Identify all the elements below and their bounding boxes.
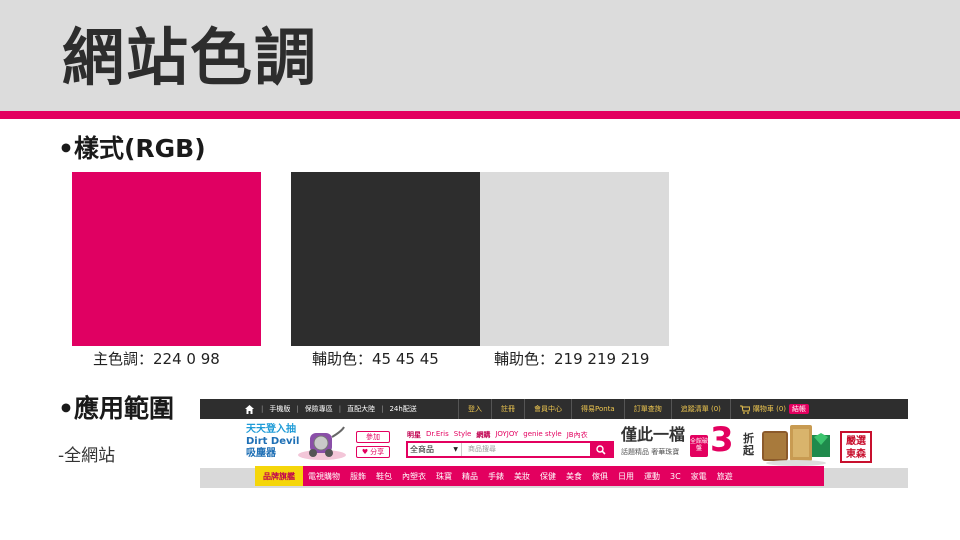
order-query-link[interactable]: 訂單查詢 xyxy=(623,399,671,419)
register-link[interactable]: 註冊 xyxy=(491,399,524,419)
dropdown-arrow-icon: ▼ xyxy=(453,446,458,453)
account-nav: 登入 註冊 會員中心 得易Ponta 訂單查詢 追蹤清單 (0) 購物車 (0)… xyxy=(458,399,818,419)
heart-icon: ♥ xyxy=(361,448,369,456)
category-item[interactable]: 傢俱 xyxy=(587,471,613,482)
swatch-secondary-dark xyxy=(291,172,480,346)
hot-link[interactable]: genie style xyxy=(523,430,561,440)
category-item[interactable]: 品牌旗艦 xyxy=(255,466,303,486)
swatch-secondary-light-caption: 輔助色：219 219 219 xyxy=(494,350,650,368)
website-header-screenshot: | 手機版 | 保險專區 | 直配大陸 | 24h配送 登入 註冊 會員中心 得… xyxy=(200,399,908,488)
promo-line-2: Dirt Devil xyxy=(246,436,300,447)
login-link[interactable]: 登入 xyxy=(458,399,491,419)
category-item[interactable]: 精品 xyxy=(457,471,483,482)
category-item[interactable]: 3C xyxy=(665,472,686,481)
hot-link[interactable]: 明星 xyxy=(407,430,421,440)
hot-search-links: 明星 Dr.Eris Style 網購 JOYJOY genie style J… xyxy=(407,430,588,440)
hot-link[interactable]: JB內衣 xyxy=(567,430,588,440)
category-item[interactable]: 內塑衣 xyxy=(397,471,431,482)
hot-link[interactable]: 網購 xyxy=(476,430,490,440)
category-item[interactable]: 手錶 xyxy=(483,471,509,482)
hot-link[interactable]: Style xyxy=(454,430,472,440)
home-icon[interactable] xyxy=(244,404,255,415)
sale-subtitle: 話題精品 奢華珠寶 xyxy=(621,448,680,456)
promo-line-3: 吸塵器 xyxy=(246,448,276,459)
wishlist-link[interactable]: 追蹤清單 (0) xyxy=(670,399,730,419)
search-scope-select[interactable]: 全商品 ▼ xyxy=(410,443,462,456)
category-item[interactable]: 電視購物 xyxy=(303,471,345,482)
member-center-link[interactable]: 會員中心 xyxy=(524,399,571,419)
hot-link[interactable]: JOYJOY xyxy=(495,430,518,440)
top-link-mobile[interactable]: 手機版 xyxy=(269,404,290,414)
top-link-insurance[interactable]: 保險專區 xyxy=(305,404,333,414)
sale-unit: 折起 xyxy=(743,432,754,457)
hot-link[interactable]: Dr.Eris xyxy=(426,430,449,440)
promo-share-button[interactable]: ♥ 分享 xyxy=(356,446,390,458)
search-button[interactable] xyxy=(590,442,612,457)
category-item[interactable]: 美食 xyxy=(561,471,587,482)
cart-label: 購物車 (0) xyxy=(752,405,787,413)
category-nav: 品牌旗艦 電視購物 服飾 鞋包 內塑衣 珠寶 精品 手錶 美妝 保健 美食 傢俱… xyxy=(255,466,824,486)
category-item[interactable]: 保健 xyxy=(535,471,561,482)
sale-number: 3 xyxy=(710,420,734,460)
vacuum-image xyxy=(298,426,346,460)
site-top-nav: | 手機版 | 保險專區 | 直配大陸 | 24h配送 xyxy=(244,399,417,419)
brand-stamp: 嚴選東森 xyxy=(840,431,872,463)
category-item[interactable]: 服飾 xyxy=(345,471,371,482)
top-link-china[interactable]: 直配大陸 xyxy=(347,404,375,414)
section-style-heading: •樣式(RGB) xyxy=(58,134,206,163)
swatch-secondary-dark-caption: 輔助色：45 45 45 xyxy=(312,350,439,368)
promo-join-button[interactable]: 參加 xyxy=(356,431,390,443)
category-item[interactable]: 美妝 xyxy=(509,471,535,482)
top-link-24h[interactable]: 24h配送 xyxy=(389,404,416,414)
title-accent-rule xyxy=(0,111,960,119)
category-item[interactable]: 運動 xyxy=(639,471,665,482)
swatch-primary-caption: 主色調：224 0 98 xyxy=(93,350,220,368)
slide-title: 網站色調 xyxy=(62,21,319,94)
cart-icon xyxy=(739,405,750,414)
category-item[interactable]: 旅遊 xyxy=(712,471,738,482)
category-item[interactable]: 家電 xyxy=(686,471,712,482)
section-scope-heading: •應用範圍 xyxy=(58,394,174,423)
section-scope-item: -全網站 xyxy=(58,446,116,466)
cart-link[interactable]: 購物車 (0) 結帳 xyxy=(729,399,818,419)
luxury-goods-image xyxy=(762,425,830,466)
sale-badge: 全館破盤 xyxy=(690,435,708,457)
sale-headline: 僅此一檔 xyxy=(621,425,686,444)
search-input[interactable]: 商品搜尋 xyxy=(468,443,588,456)
swatch-primary xyxy=(72,172,261,346)
search-icon xyxy=(596,444,606,455)
checkout-badge[interactable]: 結帳 xyxy=(789,404,810,414)
search-bar: 全商品 ▼ 商品搜尋 xyxy=(406,441,614,458)
swatch-secondary-light xyxy=(480,172,669,346)
category-item[interactable]: 日用 xyxy=(613,471,639,482)
category-item[interactable]: 珠寶 xyxy=(431,471,457,482)
promo-line-1: 天天登入抽 xyxy=(246,424,296,435)
promo-text: 天天登入抽 Dirt Devil 吸塵器 xyxy=(246,424,299,460)
ponta-link[interactable]: 得易Ponta xyxy=(571,399,624,419)
category-item[interactable]: 鞋包 xyxy=(371,471,397,482)
